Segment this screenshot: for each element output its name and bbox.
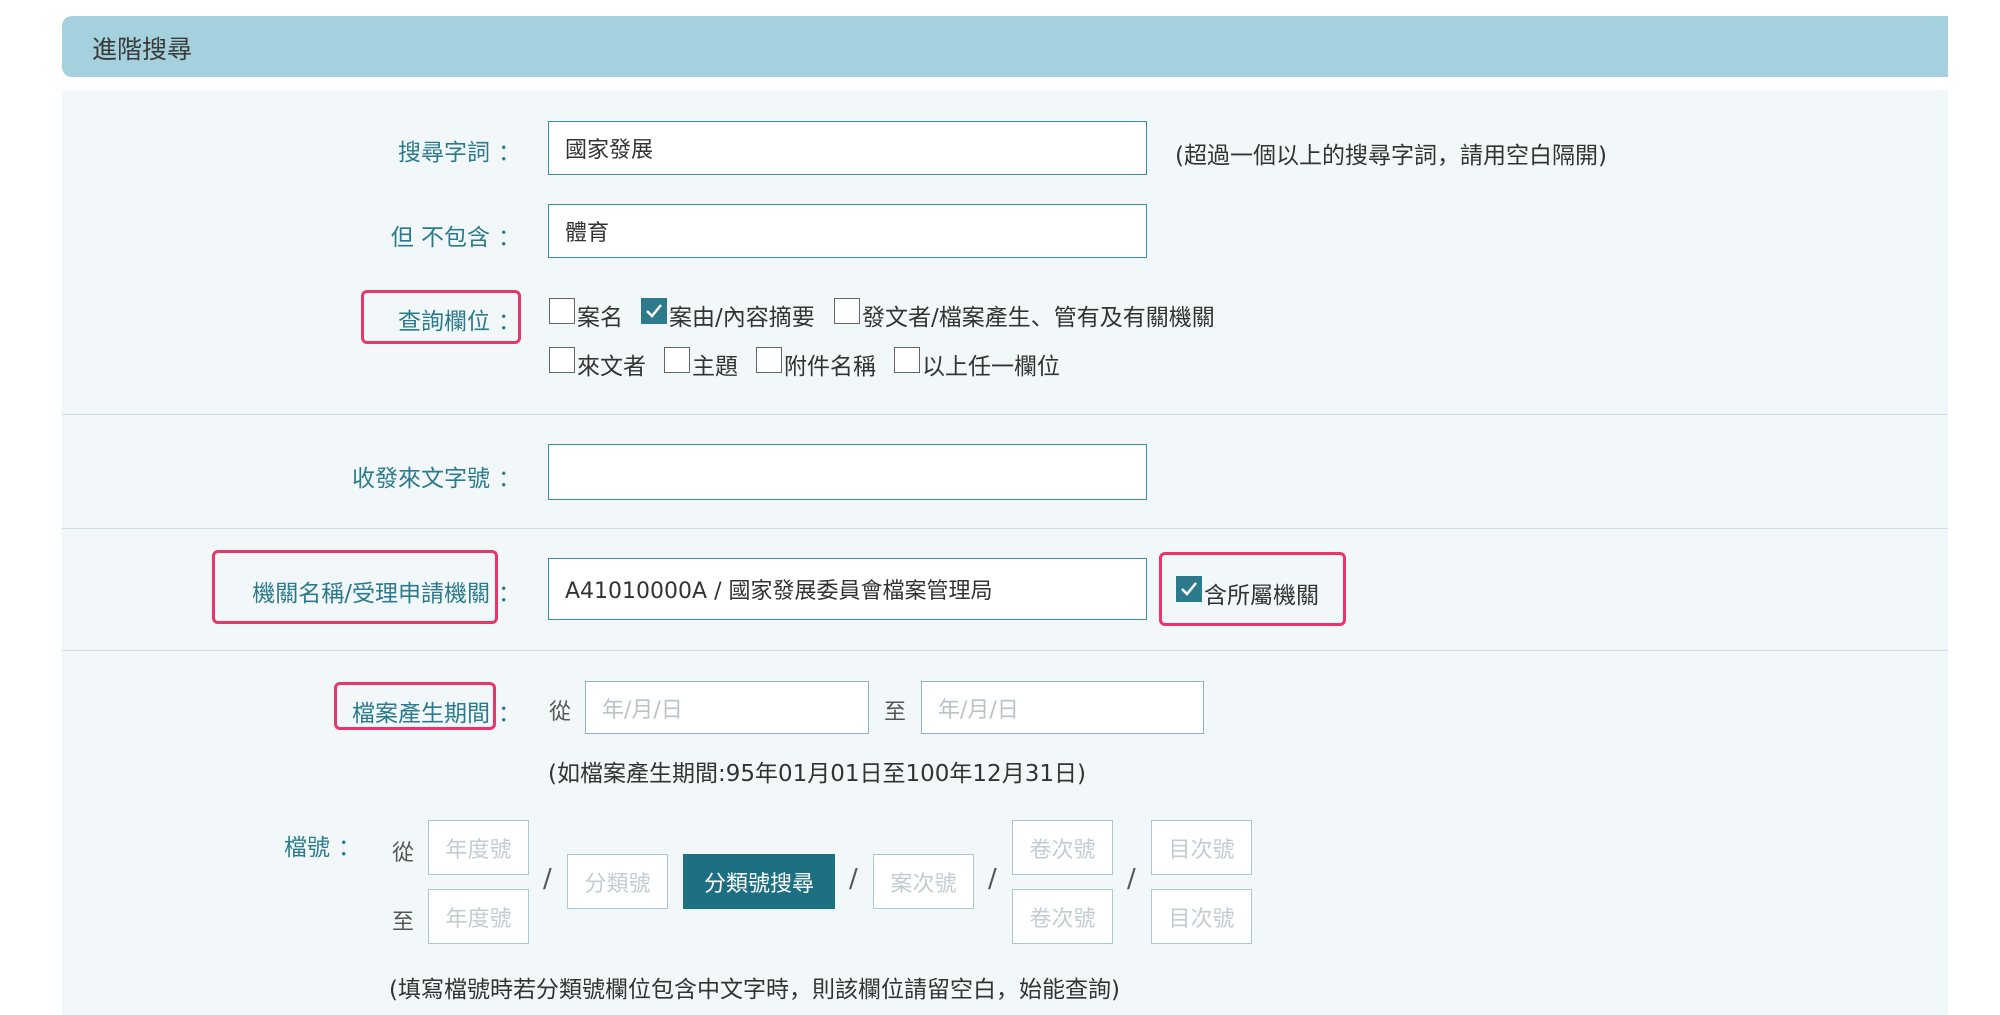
field-issuer-checkbox[interactable] (834, 298, 860, 324)
field-any-label: 以上任一欄位 (922, 354, 1060, 380)
exclude-label: 但 不包含 (390, 225, 490, 251)
check-icon (1181, 582, 1197, 596)
exclude-input[interactable]: 體育 (548, 204, 1147, 258)
section-header: 進階搜尋 (62, 16, 1948, 77)
slash-separator: / (988, 864, 997, 894)
exclude-colon: ： (498, 225, 521, 251)
field-attachment-checkbox[interactable] (756, 347, 782, 373)
slash-separator: / (1127, 864, 1136, 894)
field-case-name-checkbox[interactable] (549, 298, 575, 324)
divider (62, 650, 1948, 651)
field-issuer-label: 發文者/檔案產生、管有及有關機關 (862, 305, 1215, 331)
divider (62, 414, 1948, 415)
period-to-input[interactable]: 年/月/日 (921, 681, 1204, 734)
keyword-colon: ： (498, 140, 521, 166)
keyword-input[interactable]: 國家發展 (548, 121, 1147, 175)
slash-separator: / (543, 864, 552, 894)
field-subject-checkbox[interactable] (664, 347, 690, 373)
period-label: 檔案產生期間 (352, 701, 490, 727)
file-no-case-input[interactable]: 案次號 (873, 854, 974, 909)
file-no-item-from-input[interactable]: 目次號 (1151, 820, 1252, 875)
period-hint: (如檔案產生期間:95年01月01日至100年12月31日) (548, 761, 1086, 787)
file-no-to-label: 至 (392, 910, 415, 935)
file-no-class-input[interactable]: 分類號 (567, 854, 668, 909)
doc-number-input[interactable] (548, 444, 1147, 500)
slash-separator: / (849, 864, 858, 894)
field-subject-label: 主題 (692, 354, 738, 380)
agency-colon: ： (498, 581, 521, 607)
doc-number-colon: ： (498, 466, 521, 492)
file-no-item-to-input[interactable]: 目次號 (1151, 889, 1252, 944)
section-title: 進階搜尋 (92, 35, 193, 64)
include-sub-checkbox[interactable] (1176, 576, 1202, 602)
file-no-colon: ： (338, 835, 361, 861)
field-sender-label: 來文者 (577, 354, 646, 380)
period-from-input[interactable]: 年/月/日 (585, 681, 869, 734)
include-sub-label: 含所屬機關 (1204, 583, 1319, 609)
file-no-label: 檔號 (284, 835, 330, 861)
fields-colon: ： (498, 309, 521, 335)
divider (62, 528, 1948, 529)
field-sender-checkbox[interactable] (549, 347, 575, 373)
field-attachment-label: 附件名稱 (784, 354, 876, 380)
agency-label: 機關名稱/受理申請機關 (252, 581, 490, 607)
field-case-name-label: 案名 (577, 305, 623, 331)
agency-input[interactable]: A41010000A / 國家發展委員會檔案管理局 (548, 558, 1147, 620)
class-search-button[interactable]: 分類號搜尋 (683, 854, 835, 909)
doc-number-label: 收發來文字號 (352, 466, 490, 492)
file-no-from-label: 從 (392, 841, 415, 866)
file-no-year-to-input[interactable]: 年度號 (428, 889, 529, 944)
fields-label: 查詢欄位 (398, 309, 490, 335)
file-no-hint: (填寫檔號時若分類號欄位包含中文字時，則該欄位請留空白，始能查詢) (389, 977, 1120, 1003)
field-any-checkbox[interactable] (894, 347, 920, 373)
file-no-volume-from-input[interactable]: 卷次號 (1012, 820, 1113, 875)
field-summary-label: 案由/內容摘要 (669, 305, 815, 331)
keyword-hint: (超過一個以上的搜尋字詞，請用空白隔開) (1175, 143, 1607, 169)
keyword-label: 搜尋字詞 (398, 140, 490, 166)
period-colon: ： (498, 701, 521, 727)
period-to-label: 至 (884, 700, 907, 725)
file-no-year-from-input[interactable]: 年度號 (428, 820, 529, 875)
file-no-volume-to-input[interactable]: 卷次號 (1012, 889, 1113, 944)
check-icon (646, 304, 662, 318)
field-summary-checkbox[interactable] (641, 298, 667, 324)
period-from-label: 從 (549, 700, 572, 725)
